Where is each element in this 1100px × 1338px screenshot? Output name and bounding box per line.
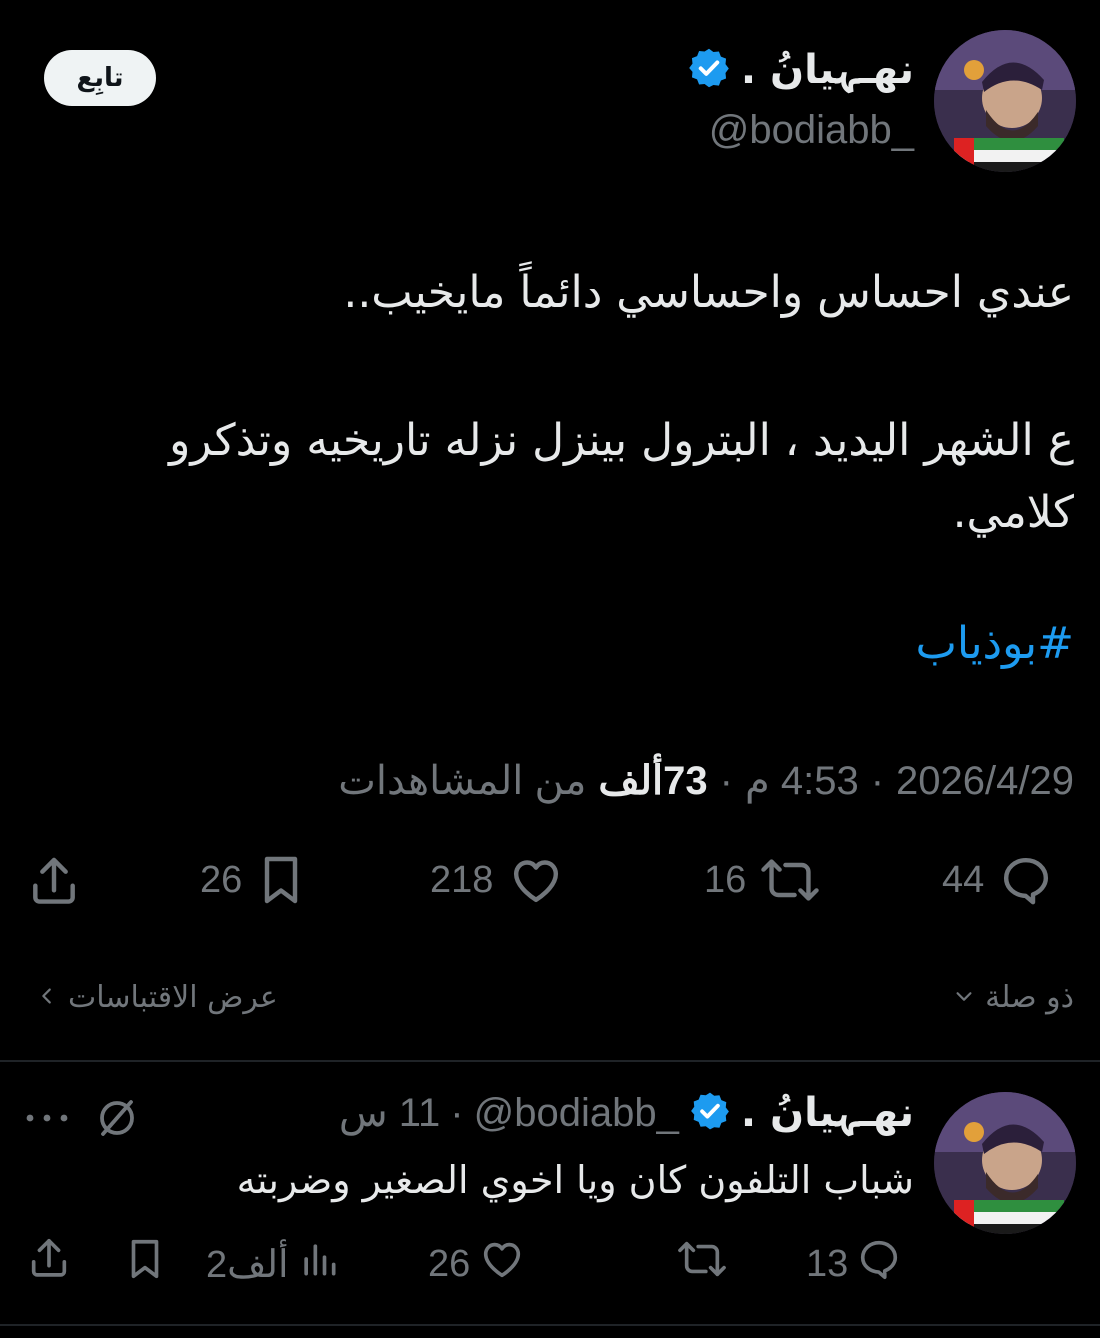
retweet-icon: [676, 1236, 728, 1292]
relevant-sort-dropdown[interactable]: ذو صلة: [953, 980, 1074, 1015]
reply-author-name[interactable]: نهـہيانُ .: [741, 1090, 914, 1136]
reply-time[interactable]: 11 س: [339, 1090, 440, 1136]
view-quotes-link[interactable]: عرض الاقتباسات: [36, 980, 278, 1015]
relevant-label: ذو صلة: [985, 980, 1074, 1015]
author-name-row: نهـہيانُ .: [687, 46, 914, 94]
like-button[interactable]: 218: [430, 852, 565, 908]
bookmark-count: 26: [200, 858, 243, 901]
reply-reply-count: 13: [806, 1242, 849, 1285]
reply-author-handle[interactable]: @bodiabb_: [474, 1091, 679, 1136]
share-icon: [26, 852, 82, 910]
reply-icon: [856, 1236, 902, 1292]
author-name[interactable]: نهـہيانُ .: [741, 47, 914, 93]
reply-share-button[interactable]: [26, 1234, 72, 1292]
reply-icon: [998, 852, 1054, 908]
reply-bookmark-button[interactable]: [124, 1236, 166, 1292]
retweet-button[interactable]: 16: [704, 852, 820, 908]
views-count[interactable]: 73ألف: [598, 758, 707, 804]
section-divider: [0, 1060, 1100, 1062]
reply-header: نهـہيانُ . @bodiabb_ · 11 س: [339, 1090, 914, 1136]
bookmark-icon: [256, 852, 306, 908]
reply-views-count: 2ألف: [206, 1243, 289, 1286]
verified-badge-icon: [689, 1090, 731, 1136]
more-icon[interactable]: [22, 1110, 72, 1129]
reply-author-avatar[interactable]: [934, 1092, 1076, 1234]
tweet-text-line-3: كلامي.: [952, 487, 1074, 538]
tweet-meta: 2026/4/29 · 4:53 م · 73ألف من المشاهدات: [338, 758, 1074, 804]
share-button[interactable]: [26, 852, 82, 910]
views-label: من المشاهدات: [338, 759, 587, 803]
views-icon: [297, 1236, 341, 1292]
tweet-date[interactable]: 2026/4/29: [896, 759, 1074, 804]
bottom-divider: [0, 1324, 1100, 1326]
follow-button[interactable]: تابِع: [44, 50, 156, 106]
like-icon: [507, 852, 565, 908]
meta-separator: ·: [719, 758, 733, 803]
bookmark-icon: [124, 1236, 166, 1292]
reply-count: 44: [942, 858, 985, 901]
hashtag-link[interactable]: #بوذياب: [915, 618, 1074, 669]
share-icon: [26, 1234, 72, 1292]
reply-reply-button[interactable]: 13: [806, 1236, 902, 1292]
meta-separator: ·: [450, 1090, 464, 1135]
bookmark-button[interactable]: 26: [200, 852, 306, 908]
reply-views-button[interactable]: 2ألف: [206, 1236, 341, 1292]
verified-badge-icon: [687, 46, 731, 94]
author-avatar[interactable]: [934, 30, 1076, 172]
quotes-label: عرض الاقتباسات: [68, 980, 278, 1015]
grok-icon[interactable]: [92, 1094, 142, 1146]
meta-separator: ·: [870, 758, 885, 803]
chevron-down-icon: [953, 980, 975, 1015]
tweet-text-line-1: عندي احساس واحساسي دائماً مايخيب..: [343, 267, 1074, 318]
reply-like-button[interactable]: 26: [428, 1236, 526, 1292]
reply-text: شباب التلفون كان ويا اخوي الصغير وضربته: [236, 1158, 914, 1202]
reply-retweet-button[interactable]: [676, 1236, 728, 1292]
retweet-count: 16: [704, 858, 747, 901]
chevron-left-icon: [36, 980, 58, 1015]
retweet-icon: [760, 852, 820, 908]
author-handle[interactable]: @bodiabb_: [709, 108, 914, 153]
tweet-time[interactable]: 4:53 م: [745, 758, 859, 804]
like-count: 218: [430, 858, 494, 901]
reply-like-count: 26: [428, 1242, 471, 1285]
like-icon: [478, 1236, 526, 1292]
tweet-text-line-2: ع الشهر اليديد ، البترول بينزل نزله تاري…: [169, 415, 1074, 466]
reply-button[interactable]: 44: [942, 852, 1054, 908]
